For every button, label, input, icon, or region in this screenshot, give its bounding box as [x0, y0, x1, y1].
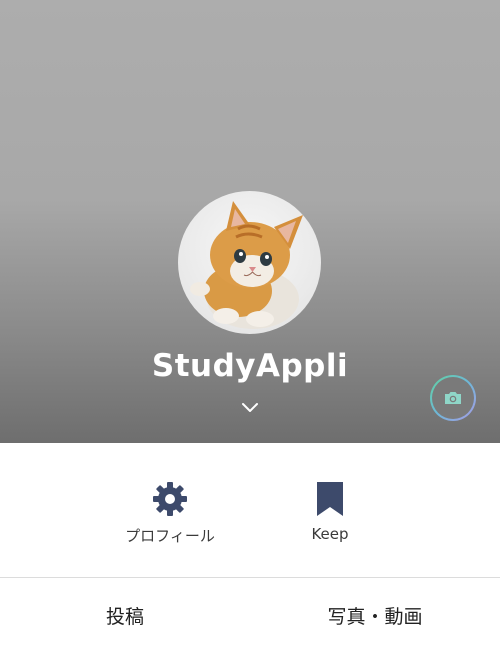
tab-posts[interactable]: 投稿	[0, 578, 250, 652]
camera-button[interactable]	[430, 375, 476, 421]
tab-photos-videos[interactable]: 写真・動画	[250, 578, 500, 652]
kitten-photo	[190, 201, 303, 329]
avatar[interactable]	[178, 191, 321, 334]
gear-icon	[151, 480, 189, 518]
camera-icon	[432, 377, 474, 419]
chevron-down-icon[interactable]	[240, 399, 260, 415]
bookmark-icon	[311, 480, 349, 518]
content-tabs: 投稿 写真・動画	[0, 578, 500, 652]
profile-username[interactable]: StudyAppli	[0, 348, 500, 384]
keep-button[interactable]: Keep	[250, 443, 410, 577]
profile-settings-button[interactable]: プロフィール	[90, 443, 250, 577]
profile-settings-label: プロフィール	[125, 527, 215, 545]
profile-header: StudyAppli	[0, 0, 500, 443]
profile-actions: プロフィール Keep	[0, 443, 500, 577]
keep-label: Keep	[311, 525, 349, 543]
